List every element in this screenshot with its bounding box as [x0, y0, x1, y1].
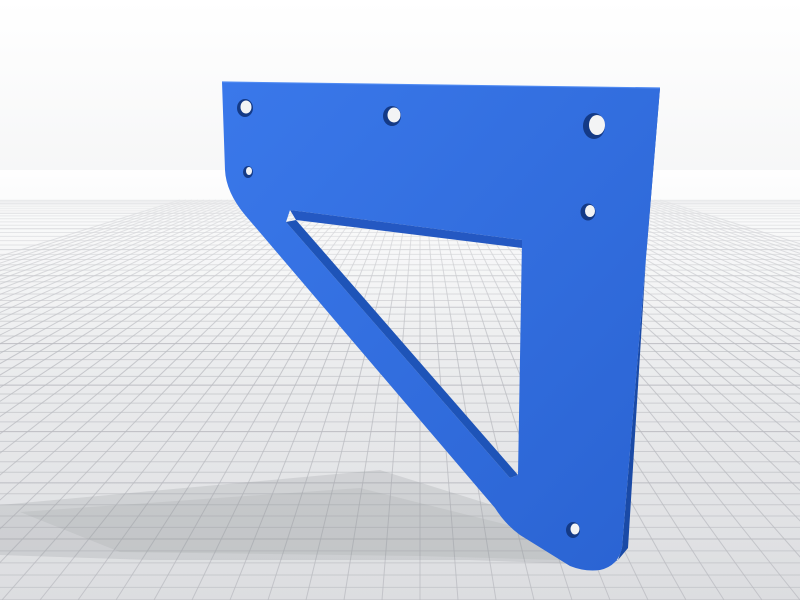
hole: [383, 106, 401, 126]
3d-model-viewport[interactable]: [0, 0, 800, 600]
model-render: [0, 0, 800, 600]
hole: [566, 522, 580, 538]
hole: [580, 203, 596, 221]
hole: [583, 113, 605, 139]
hole: [237, 99, 253, 117]
hole: [243, 166, 253, 178]
